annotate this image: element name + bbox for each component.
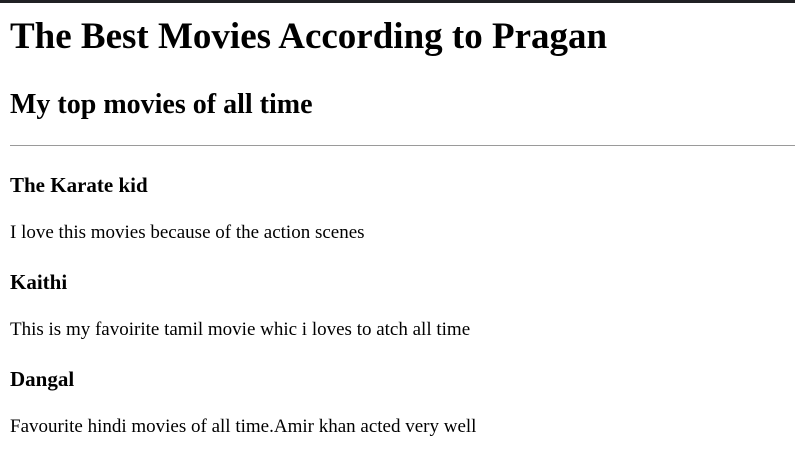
window-top-border [0, 0, 795, 3]
movie-description: I love this movies because of the action… [10, 222, 365, 243]
divider [10, 145, 795, 146]
movie-title: The Karate kid [10, 173, 148, 197]
page-subtitle: My top movies of all time [10, 89, 313, 120]
movie-description: This is my favoirite tamil movie whic i … [10, 319, 471, 340]
movie-title: Dangal [10, 367, 75, 391]
movie-description: Favourite hindi movies of all time.Amir … [10, 416, 477, 437]
movie-title: Kaithi [10, 270, 68, 294]
page-title: The Best Movies According to Pragan [10, 16, 608, 57]
